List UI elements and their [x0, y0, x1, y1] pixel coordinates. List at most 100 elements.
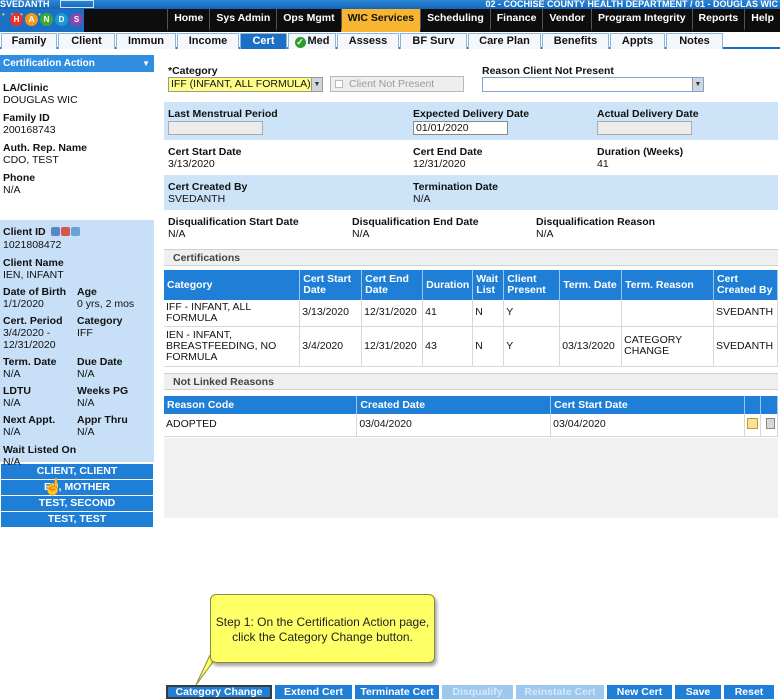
nav-home[interactable]: Home	[167, 9, 210, 32]
tab-benefits[interactable]: Benefits	[542, 33, 609, 49]
tab-family[interactable]: Family	[1, 33, 57, 49]
table-cell: 03/04/2020	[550, 414, 745, 437]
tab-client[interactable]: Client	[58, 33, 115, 49]
dob-label: Date of Birth	[3, 286, 66, 298]
tab-income[interactable]: Income	[177, 33, 239, 49]
tab-immun[interactable]: Immun	[116, 33, 176, 49]
column-header[interactable]: Term. Reason	[621, 270, 714, 300]
client-name-value: IEN, INFANT	[3, 269, 64, 281]
table-row[interactable]: IEN - INFANT, BREASTFEEDING, NO FORMULA …	[164, 326, 779, 367]
nav-vendor[interactable]: Vendor	[542, 9, 592, 32]
nav-wic-services[interactable]: WIC Services	[340, 9, 421, 32]
column-header[interactable]: Cert End Date	[361, 270, 424, 300]
duration-label: Duration (Weeks)	[597, 146, 684, 158]
dob-value: 1/1/2020	[3, 298, 44, 310]
column-header[interactable]: Term. Date	[559, 270, 623, 300]
chevron-down-icon[interactable]: ▼	[311, 78, 322, 91]
column-header[interactable]: Reason Code	[164, 396, 358, 414]
column-header[interactable]: Created Date	[356, 396, 552, 414]
chevron-down-icon[interactable]: ▼	[692, 78, 703, 91]
nav-finance[interactable]: Finance	[489, 9, 543, 32]
weeks-pg-label: Weeks PG	[77, 385, 129, 397]
department-label: 02 - COCHISE COUNTY HEALTH DEPARTMENT / …	[485, 0, 778, 9]
tab-appts[interactable]: Appts	[610, 33, 665, 49]
reinstate-cert-button[interactable]: Reinstate Cert	[516, 685, 604, 699]
tab-med-label: Med	[307, 35, 330, 47]
disq-start-value: N/A	[168, 228, 186, 240]
logo-letter: A	[25, 13, 38, 26]
column-header[interactable]: Cert Created By	[713, 270, 779, 300]
la-clinic-label: LA/Clinic	[3, 82, 49, 94]
column-header[interactable]: Client Present	[503, 270, 561, 300]
table-row[interactable]: IFF - INFANT, ALL FORMULA 3/13/2020 12/3…	[164, 300, 779, 327]
sidebar-header-label: Certification Action	[3, 58, 95, 69]
client-sub-tabs: Family Client Immun Income Cert ✓ Med Ass…	[0, 33, 780, 49]
table-cell: 3/4/2020	[299, 326, 363, 367]
nav-sys-admin[interactable]: Sys Admin	[209, 9, 277, 32]
shield-icon[interactable]	[60, 227, 70, 236]
client-id-value: 1021808472	[3, 239, 62, 251]
tab-care-plan[interactable]: Care Plan	[468, 33, 541, 49]
category-select[interactable]: IFF (INFANT, ALL FORMULA) ▼	[168, 77, 323, 92]
category-label: Category	[77, 315, 123, 327]
tab-cert[interactable]: Cert	[240, 33, 287, 49]
table-header-row: Category Cert Start Date Cert End Date D…	[164, 270, 779, 300]
table-cell: SVEDANTH	[713, 326, 779, 367]
family-member-button[interactable]: TEST, SECOND	[1, 496, 153, 511]
lmp-input[interactable]	[168, 121, 263, 135]
delete-cell	[760, 414, 779, 437]
cert-start-label: Cert Start Date	[168, 146, 242, 158]
tab-notes[interactable]: Notes	[666, 33, 723, 49]
trash-icon[interactable]	[765, 417, 775, 429]
add-input[interactable]	[597, 121, 692, 135]
tab-assess[interactable]: Assess	[337, 33, 399, 49]
table-row[interactable]: ADOPTED 03/04/2020 03/04/2020	[164, 414, 779, 437]
checkbox-icon[interactable]	[335, 80, 343, 88]
category-select-value: IFF (INFANT, ALL FORMULA)	[171, 78, 311, 90]
category-change-button[interactable]: Category Change	[166, 685, 272, 699]
tab-bf-surv[interactable]: BF Surv	[400, 33, 467, 49]
edd-input[interactable]: 01/01/2020	[413, 121, 508, 135]
disqualification-row: Disqualification Start Date N/A Disquali…	[164, 211, 778, 245]
disqualify-button[interactable]: Disqualify	[442, 685, 513, 699]
column-header[interactable]: Duration	[422, 270, 474, 300]
add-label: Actual Delivery Date	[597, 108, 699, 120]
wait-listed-value: N/A	[3, 456, 21, 468]
client-not-present-checkbox[interactable]: Client Not Present	[330, 76, 464, 92]
nav-ops-mgmt[interactable]: Ops Mgmt	[276, 9, 341, 32]
edit-icon[interactable]	[746, 417, 758, 429]
column-header[interactable]: Cert Start Date	[550, 396, 745, 414]
hands-logo[interactable]: • • • • • H A N D S	[0, 9, 84, 32]
column-header[interactable]: Cert Start Date	[299, 270, 363, 300]
chevron-down-icon[interactable]: ▼	[142, 55, 150, 72]
tab-med[interactable]: ✓ Med	[288, 33, 336, 49]
nav-reports[interactable]: Reports	[691, 9, 745, 32]
reset-button[interactable]: Reset	[724, 685, 774, 699]
termination-date-value: N/A	[413, 193, 431, 205]
age-value: 0 yrs, 2 mos	[77, 298, 135, 310]
extend-cert-button[interactable]: Extend Cert	[275, 685, 352, 699]
new-cert-button[interactable]: New Cert	[607, 685, 672, 699]
table-cell: IFF - INFANT, ALL FORMULA	[164, 300, 301, 327]
nav-program-integrity[interactable]: Program Integrity	[591, 9, 692, 32]
family-member-button[interactable]: TEST, TEST	[1, 512, 153, 527]
family-id-label: Family ID	[3, 112, 50, 124]
nav-help[interactable]: Help	[744, 9, 780, 32]
column-header[interactable]: Wait List	[472, 270, 505, 300]
sidebar-header[interactable]: Certification Action ▼	[0, 55, 154, 72]
lmp-label: Last Menstrual Period	[168, 108, 278, 120]
nav-scheduling[interactable]: Scheduling	[420, 9, 490, 32]
category-row: *Category IFF (INFANT, ALL FORMULA) ▼ Cl…	[164, 55, 778, 95]
pencil-icon[interactable]	[70, 227, 80, 236]
save-button[interactable]: Save	[675, 685, 721, 699]
table-header-row: Reason Code Created Date Cert Start Date	[164, 396, 779, 414]
family-member-button[interactable]: EN, MOTHER	[1, 480, 153, 495]
id-card-icon[interactable]	[50, 227, 60, 236]
table-cell: 41	[422, 300, 474, 327]
terminate-cert-button[interactable]: Terminate Cert	[355, 685, 439, 699]
column-header[interactable]: Category	[164, 270, 301, 300]
disq-end-label: Disqualification End Date	[352, 216, 479, 228]
logo-letter: S	[70, 13, 83, 26]
reason-not-present-select[interactable]: ▼	[482, 77, 704, 92]
table-cell	[621, 300, 714, 327]
